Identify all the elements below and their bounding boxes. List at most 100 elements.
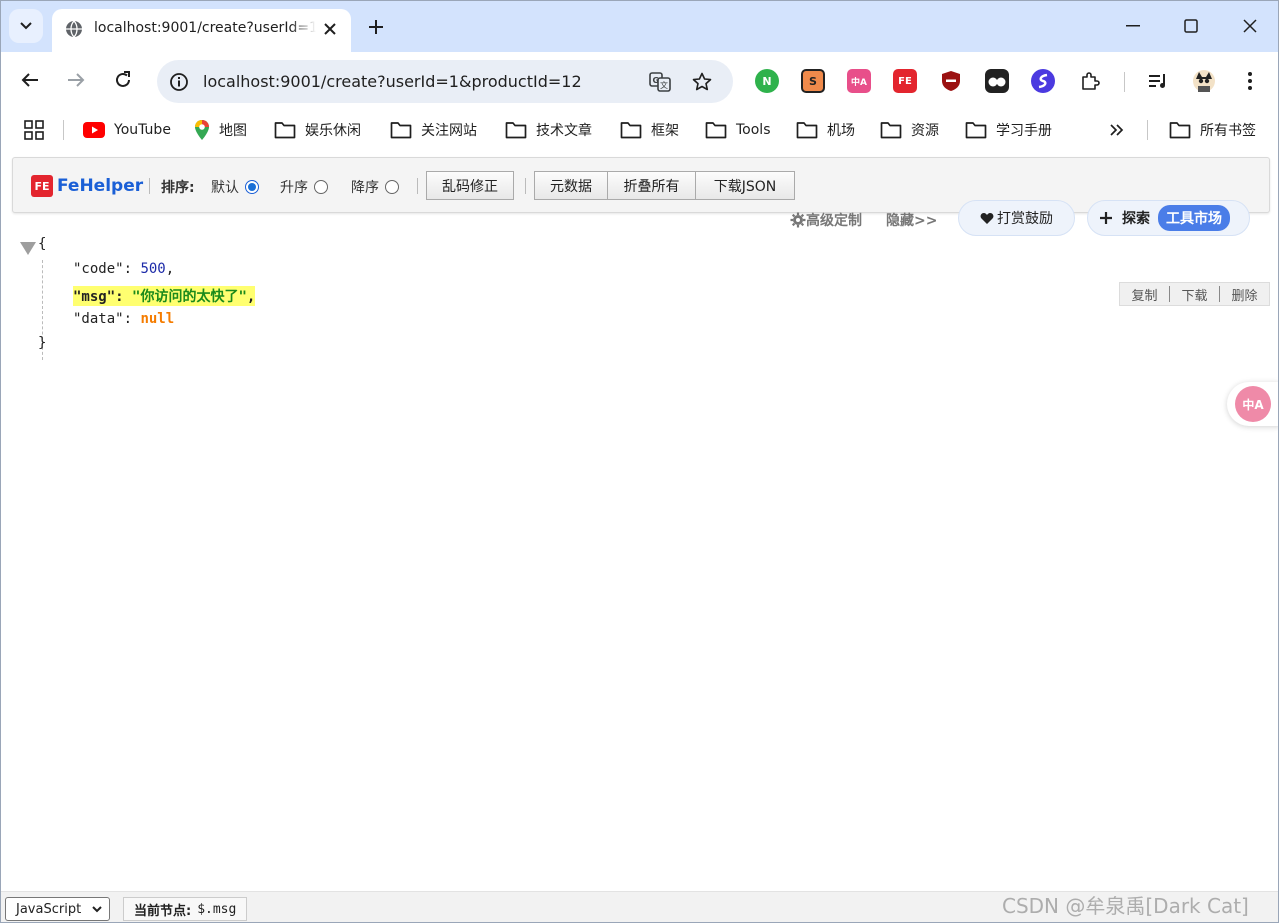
- close-icon: [1243, 19, 1257, 33]
- bookmark-youtube[interactable]: YouTube: [83, 119, 171, 141]
- sort-asc-option[interactable]: 升序: [280, 177, 328, 197]
- arrow-right-icon: [68, 73, 85, 87]
- radio-unchecked[interactable]: [385, 180, 399, 194]
- tab-title: localhost:9001/create?userId=1&productId…: [94, 20, 316, 36]
- sort-desc-option[interactable]: 降序: [351, 177, 399, 197]
- json-row-msg-selected[interactable]: "msg": "你访问的太快了",: [73, 286, 256, 306]
- delete-button[interactable]: 删除: [1220, 285, 1269, 304]
- star-icon[interactable]: [691, 71, 713, 93]
- bookmark-folder-watch-sites[interactable]: 关注网站: [390, 119, 477, 141]
- translate-page-icon[interactable]: G文: [649, 71, 671, 93]
- json-row-code[interactable]: "code": 500,: [73, 261, 174, 277]
- extension-n-icon[interactable]: N: [755, 69, 779, 93]
- maximize-button[interactable]: [1176, 11, 1206, 41]
- apps-button[interactable]: [24, 119, 53, 141]
- toolbar-separator: [1124, 72, 1125, 92]
- json-number-value: 500: [140, 261, 166, 277]
- json-open-brace: {: [38, 236, 47, 252]
- collapse-toggle-icon[interactable]: [20, 242, 36, 255]
- double-chevron-right-icon: [1110, 124, 1124, 136]
- fehelper-logo-icon: FE: [31, 175, 53, 197]
- language-select[interactable]: JavaScript: [5, 897, 110, 921]
- apps-grid-icon: [24, 120, 44, 140]
- hide-toolbar-link[interactable]: 隐藏>>: [886, 210, 937, 230]
- fehelper-divider: [525, 178, 526, 194]
- download-button[interactable]: 下载: [1170, 285, 1219, 304]
- globe-icon: [64, 19, 84, 43]
- svg-text:文: 文: [660, 80, 668, 90]
- plus-icon: [1100, 212, 1112, 224]
- bookmarks-overflow-button[interactable]: [1110, 119, 1133, 141]
- close-tab-button[interactable]: [320, 19, 340, 39]
- reload-button[interactable]: [108, 65, 138, 95]
- json-close-brace: }: [38, 335, 47, 351]
- fehelper-divider: [417, 178, 418, 194]
- chevron-down-icon: [92, 906, 102, 913]
- bookmark-maps[interactable]: 地图: [194, 119, 247, 141]
- fehelper-logo[interactable]: FE FeHelper: [31, 175, 143, 197]
- folder-icon: [796, 122, 818, 139]
- sort-label: 排序:: [161, 180, 195, 196]
- bookmark-folder-resources[interactable]: 资源: [880, 119, 939, 141]
- youtube-icon: [83, 122, 105, 138]
- json-key: "data": [73, 311, 124, 327]
- bookmark-separator: [1147, 120, 1148, 140]
- bookmark-folder-tech-articles[interactable]: 技术文章: [505, 119, 592, 141]
- all-bookmarks-button[interactable]: 所有书签: [1169, 119, 1256, 141]
- sort-default-option[interactable]: 默认: [211, 177, 259, 197]
- plus-icon: [369, 20, 383, 34]
- bookmarks-bar: YouTube 地图 娱乐休闲 关注网站 技术文章 框架 Tools 机场 资源…: [1, 110, 1278, 150]
- explore-tool-market-button[interactable]: 探索 工具市场: [1087, 200, 1250, 236]
- radio-unchecked[interactable]: [314, 180, 328, 194]
- profile-avatar[interactable]: [1192, 69, 1216, 93]
- bookmark-folder-study-manual[interactable]: 学习手册: [965, 119, 1052, 141]
- bookmark-folder-frameworks[interactable]: 框架: [620, 119, 679, 141]
- tab-search-button[interactable]: [9, 9, 43, 43]
- reload-icon: [116, 71, 130, 87]
- fix-encoding-button[interactable]: 乱码修正: [426, 171, 514, 200]
- bookmark-folder-airport[interactable]: 机场: [796, 119, 855, 141]
- bookmark-folder-tools[interactable]: Tools: [705, 119, 771, 141]
- metadata-button[interactable]: 元数据: [534, 171, 608, 200]
- copy-button[interactable]: 复制: [1120, 285, 1169, 304]
- extension-spiral-icon[interactable]: [1031, 69, 1055, 93]
- extension-tampermonkey-icon[interactable]: [985, 69, 1009, 93]
- donate-button[interactable]: 打赏鼓励: [958, 200, 1075, 236]
- minimize-icon: [1126, 25, 1140, 27]
- fehelper-logo-text: FeHelper: [57, 176, 144, 196]
- extension-translate-icon[interactable]: 中A: [847, 69, 871, 93]
- folder-icon: [505, 122, 527, 139]
- folder-icon: [390, 122, 412, 139]
- download-json-button[interactable]: 下载JSON: [695, 171, 795, 200]
- json-string-value: "你访问的太快了": [132, 289, 247, 305]
- forward-button[interactable]: [61, 65, 91, 95]
- address-bar[interactable]: localhost:9001/create?userId=1&productId…: [157, 60, 733, 103]
- media-control-icon[interactable]: [1147, 69, 1171, 93]
- fehelper-toolbar: FE FeHelper 排序: 默认 升序 降序 乱码修正 元数据 折叠所有 下…: [12, 157, 1270, 213]
- folder-icon: [1169, 122, 1191, 139]
- fold-all-button[interactable]: 折叠所有: [607, 171, 696, 200]
- extensions-puzzle-icon[interactable]: [1078, 69, 1102, 93]
- folder-icon: [620, 122, 642, 139]
- active-tab[interactable]: localhost:9001/create?userId=1&productId…: [52, 9, 351, 52]
- extension-fehelper-icon[interactable]: FE: [893, 69, 917, 93]
- site-info-icon[interactable]: [169, 72, 189, 96]
- new-tab-button[interactable]: [363, 14, 389, 40]
- minimize-button[interactable]: [1118, 11, 1148, 41]
- advanced-settings-link[interactable]: 高级定制: [790, 210, 862, 230]
- url-text[interactable]: localhost:9001/create?userId=1&productId…: [203, 72, 582, 91]
- radio-checked[interactable]: [245, 180, 259, 194]
- extension-s-icon[interactable]: S: [801, 69, 825, 93]
- gear-icon: [790, 212, 806, 228]
- json-row-data[interactable]: "data": null: [73, 311, 174, 327]
- close-window-button[interactable]: [1235, 11, 1265, 41]
- extension-shield-icon[interactable]: [939, 69, 963, 93]
- folder-icon: [274, 122, 296, 139]
- floating-translate-button[interactable]: 中A: [1227, 382, 1278, 426]
- browser-toolbar: localhost:9001/create?userId=1&productId…: [1, 52, 1278, 110]
- folder-icon: [965, 122, 987, 139]
- back-button[interactable]: [15, 65, 45, 95]
- bookmark-folder-entertainment[interactable]: 娱乐休闲: [274, 119, 361, 141]
- watermark-text: CSDN @牟泉禹[Dark Cat]: [1002, 894, 1249, 918]
- menu-kebab-icon[interactable]: [1238, 69, 1262, 93]
